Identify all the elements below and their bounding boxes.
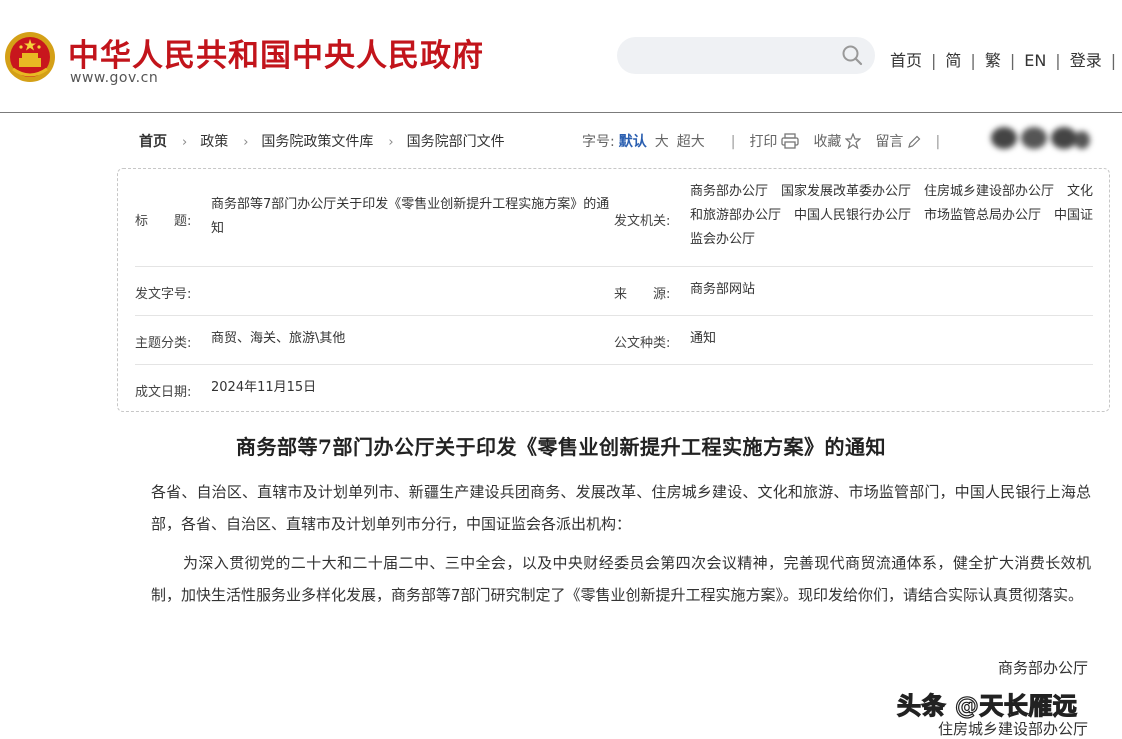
print-label: 打印 <box>749 134 778 150</box>
article-paragraph: 各省、自治区、直辖市及计划单列市、新疆生产建设兵团商务、发展改革、住房城乡建设、… <box>151 483 1091 533</box>
signature-line: 商务部办公厅 <box>997 659 1088 677</box>
comment-button[interactable]: 留言 <box>875 134 921 150</box>
favorite-label: 收藏 <box>813 134 842 150</box>
topic-label: 主题分类: <box>135 336 192 351</box>
row-divider <box>135 364 1093 365</box>
tools-separator: | <box>730 134 736 150</box>
tools-separator: | <box>935 134 941 150</box>
document-info-box: 标 题: 商务部等7部门办公厅关于印发《零售业创新提升工程实施方案》的通知 发文… <box>117 168 1110 412</box>
breadcrumb-home[interactable]: 首页 <box>139 134 167 150</box>
site-domain: www.gov.cn <box>70 70 159 86</box>
font-size-default[interactable]: 默认 <box>619 134 647 150</box>
favorite-button[interactable]: 收藏 <box>813 132 863 150</box>
nav-simplified-link[interactable]: 简 <box>945 51 961 70</box>
nav-login-link[interactable]: 登录 <box>1070 51 1102 70</box>
breadcrumb-policy[interactable]: 政策 <box>200 134 228 150</box>
date-label: 成文日期: <box>135 385 192 400</box>
article-title: 商务部等7部门办公厅关于印发《零售业创新提升工程实施方案》的通知 <box>236 435 886 459</box>
site-title[interactable]: 中华人民共和国中央人民政府 <box>68 30 484 75</box>
source-label: 来 源: <box>614 287 671 302</box>
nav-home-link[interactable]: 首页 <box>890 51 922 70</box>
source-value: 商务部网站 <box>690 282 756 297</box>
site-header: 中华人民共和国中央人民政府 www.gov.cn 首页 | 简 | 繁 | EN | 登录 | <box>0 0 1122 112</box>
top-nav: 首页 | 简 | 繁 | EN | 登录 | <box>890 47 1122 71</box>
chevron-right-icon: › <box>182 135 188 150</box>
chevron-right-icon: › <box>388 135 394 150</box>
nav-separator: | <box>1009 51 1016 70</box>
nav-separator: | <box>931 51 937 70</box>
title-value: 商务部等7部门办公厅关于印发《零售业创新提升工程实施方案》的通知 <box>211 197 610 236</box>
nav-separator: | <box>970 51 976 70</box>
font-size-label: 字号: <box>582 134 615 150</box>
font-size-xlarge[interactable]: 超大 <box>677 134 705 150</box>
search-box <box>617 37 875 74</box>
share-icons-blurred[interactable] <box>990 124 1090 152</box>
printer-icon <box>781 133 800 149</box>
doc-type-value: 通知 <box>690 331 717 346</box>
doc-type-label: 公文种类: <box>614 336 671 351</box>
nav-traditional-link[interactable]: 繁 <box>985 51 1001 70</box>
search-input[interactable] <box>631 43 835 69</box>
row-divider <box>135 266 1093 267</box>
article-paragraph: 为深入贯彻党的二十大和二十届二中、三中全会，以及中央财经委员会第四次会议精神，完… <box>151 554 1091 604</box>
breadcrumb: 首页 › 政策 › 国务院政策文件库 › 国务院部门文件 <box>139 131 505 151</box>
print-button[interactable]: 打印 <box>749 133 800 150</box>
header-divider <box>0 112 1122 113</box>
breadcrumb-department-docs[interactable]: 国务院部门文件 <box>407 134 505 150</box>
issuer-label: 发文机关: <box>614 214 671 229</box>
date-value: 2024年11月15日 <box>211 380 317 395</box>
watermark: 头条 @天长雁远 <box>896 691 1078 720</box>
search-icon[interactable] <box>841 44 863 66</box>
row-divider <box>135 315 1093 316</box>
signature-line: 住房城乡建设部办公厅 <box>937 720 1088 738</box>
font-size-large[interactable]: 大 <box>655 134 669 150</box>
title-label: 标 题: <box>135 214 192 229</box>
nav-english-link[interactable]: EN <box>1024 51 1046 70</box>
national-emblem-icon[interactable] <box>4 31 56 83</box>
star-icon <box>844 132 863 150</box>
nav-separator: | <box>1110 51 1117 70</box>
issuer-value: 商务部办公厅 国家发展改革委办公厅 住房城乡建设部办公厅 文化和旅游部办公厅 中… <box>690 184 1094 247</box>
comment-label: 留言 <box>875 134 904 150</box>
doc-number-label: 发文字号: <box>135 287 192 302</box>
nav-separator: | <box>1055 51 1061 70</box>
breadcrumb-policy-library[interactable]: 国务院政策文件库 <box>261 134 373 150</box>
pencil-icon <box>908 135 921 148</box>
chevron-right-icon: › <box>243 135 249 150</box>
topic-value: 商贸、海关、旅游\其他 <box>211 331 346 346</box>
article-tools: 字号: 默认大超大 | 打印 收藏 留言 | <box>582 131 954 151</box>
